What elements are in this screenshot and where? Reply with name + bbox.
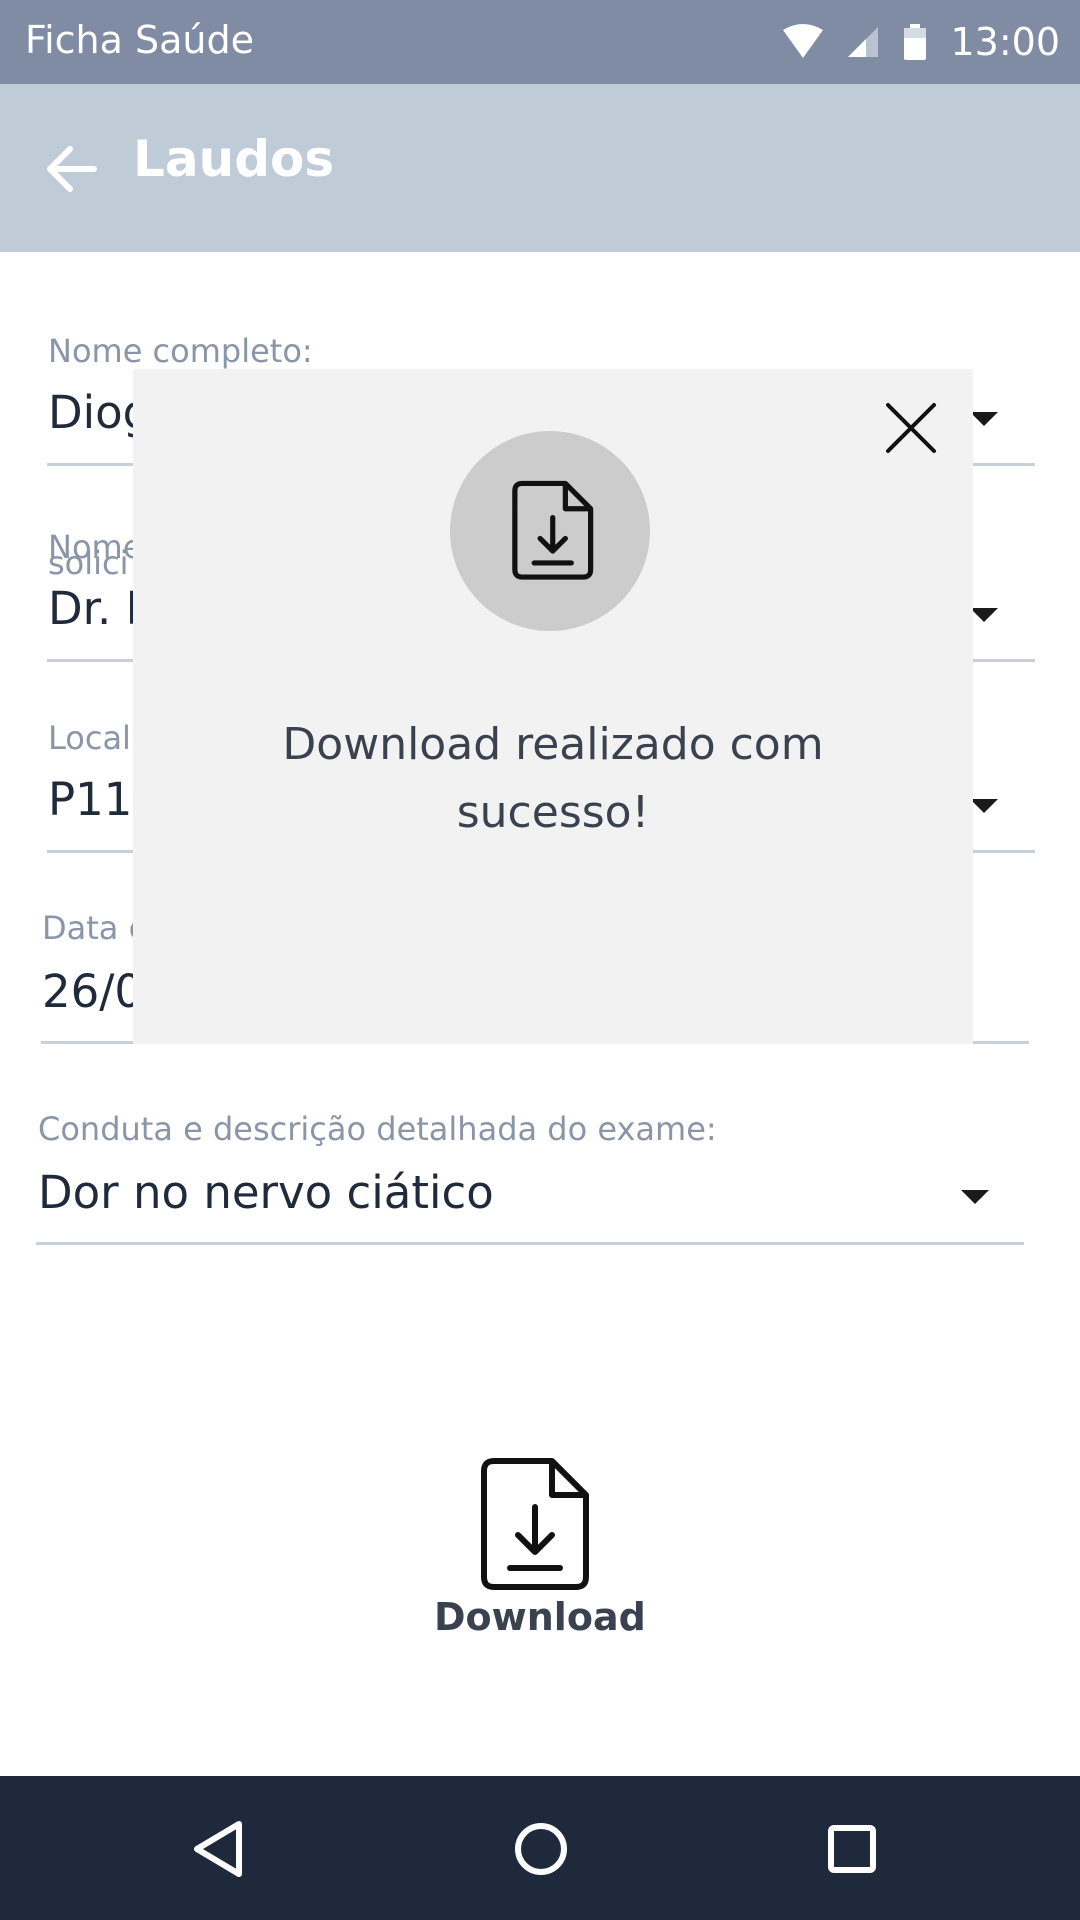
status-bar: Ficha Saúde 13:00 — [0, 0, 1080, 84]
system-nav-bar — [0, 1776, 1080, 1920]
chevron-down-icon[interactable] — [961, 1190, 989, 1204]
field-value: P11 — [48, 773, 133, 826]
dialog-message: Download realizado com sucesso! — [282, 719, 824, 838]
download-label: Download — [434, 1595, 646, 1639]
status-icons: 13:00 — [782, 14, 1060, 70]
field-value: 26/0 — [42, 965, 144, 1018]
chevron-down-icon[interactable] — [970, 799, 998, 813]
status-app-name: Ficha Saúde — [25, 18, 254, 62]
signal-icon — [848, 27, 879, 57]
back-triangle-icon[interactable] — [185, 1816, 251, 1882]
close-icon[interactable] — [884, 401, 938, 455]
field-label: Local — [48, 719, 131, 757]
download-success-dialog: Download realizado com sucesso! — [133, 369, 973, 1044]
file-download-icon — [512, 480, 594, 580]
home-circle-icon[interactable] — [508, 1816, 574, 1882]
battery-icon — [904, 24, 927, 60]
field-label: Data c — [42, 909, 147, 947]
field-label-overlap: solici — [48, 544, 129, 582]
recents-square-icon[interactable] — [819, 1816, 885, 1882]
field-label: Conduta e descrição detalhada do exame: — [38, 1110, 717, 1148]
field-label: Nome completo: — [48, 332, 313, 370]
back-arrow-icon[interactable] — [38, 134, 108, 204]
chevron-down-icon[interactable] — [970, 412, 998, 426]
field-underline — [36, 1242, 1024, 1245]
field-value: Dor no nervo ciático — [38, 1166, 494, 1219]
page-title: Laudos — [133, 130, 335, 188]
file-download-icon — [481, 1458, 589, 1590]
chevron-down-icon[interactable] — [970, 608, 998, 622]
app-bar: Laudos — [0, 84, 1080, 252]
field-conduta[interactable]: Conduta e descrição detalhada do exame: … — [0, 1108, 1080, 1258]
status-time: 13:00 — [950, 20, 1060, 64]
download-button[interactable]: Download — [434, 1455, 646, 1655]
wifi-icon — [783, 24, 824, 58]
dialog-icon-circle — [450, 431, 650, 631]
